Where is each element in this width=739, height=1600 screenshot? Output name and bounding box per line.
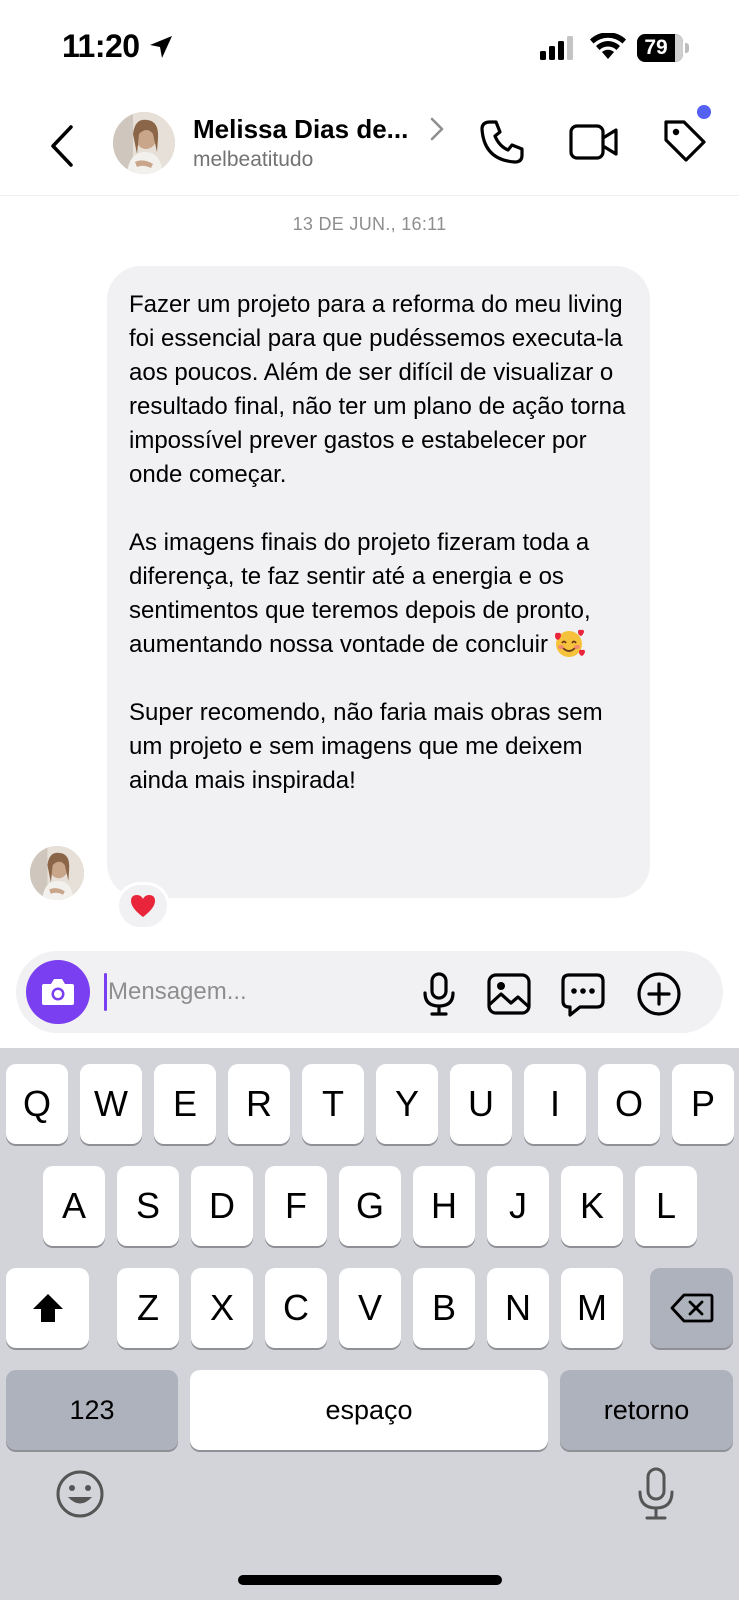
sticker-chat-icon[interactable] [560,971,606,1017]
chevron-right-icon [430,117,444,141]
backspace-key[interactable] [650,1268,733,1348]
key-v[interactable]: V [339,1268,401,1348]
gallery-icon[interactable] [486,971,532,1017]
key-d[interactable]: D [191,1166,253,1246]
key-n[interactable]: N [487,1268,549,1348]
key-k[interactable]: K [561,1166,623,1246]
keyboard: Q W E R T Y U I O P A S D F G H J K L Z … [0,1048,739,1600]
back-chevron-icon [51,125,73,167]
status-time: 11:20 [62,28,140,64]
message-paragraph-2-text: As imagens finais do projeto fizeram tod… [129,529,591,658]
key-q[interactable]: Q [6,1064,68,1144]
key-o[interactable]: O [598,1064,660,1144]
key-w[interactable]: W [80,1064,142,1144]
notification-dot [697,105,711,119]
key-f[interactable]: F [265,1166,327,1246]
cellular-signal-icon [540,36,573,60]
avatar-photo [30,846,84,900]
return-key[interactable]: retorno [560,1370,733,1450]
video-camera-icon[interactable] [568,118,620,166]
plus-circle-icon[interactable] [636,971,682,1017]
message-reaction[interactable] [116,882,170,930]
status-bar: 11:20 79 [0,0,739,96]
key-r[interactable]: R [228,1064,290,1144]
shift-key[interactable] [6,1268,89,1348]
key-b[interactable]: B [413,1268,475,1348]
key-g[interactable]: G [339,1166,401,1246]
key-h[interactable]: H [413,1166,475,1246]
key-t[interactable]: T [302,1064,364,1144]
backspace-icon [670,1293,713,1323]
contact-name[interactable]: Melissa Dias de... [193,114,408,145]
location-arrow-icon [150,36,172,58]
sender-avatar[interactable] [30,846,84,900]
numbers-key[interactable]: 123 [6,1370,178,1450]
key-l[interactable]: L [635,1166,697,1246]
phone-icon[interactable] [478,118,526,166]
smiling-face-with-hearts-emoji [554,629,585,657]
heart-emoji [131,895,155,917]
camera-icon [42,979,74,1005]
microphone-icon[interactable] [416,971,462,1017]
camera-button[interactable] [26,960,90,1024]
home-indicator[interactable] [238,1575,502,1585]
emoji-icon[interactable] [54,1468,106,1520]
message-input[interactable] [108,971,408,1013]
wifi-icon [590,33,626,59]
key-c[interactable]: C [265,1268,327,1348]
key-i[interactable]: I [524,1064,586,1144]
message-timestamp: 13 DE JUN., 16:11 [292,214,447,234]
battery-icon: 79 [637,34,689,62]
key-z[interactable]: Z [117,1268,179,1348]
message-paragraph-1: Fazer um projeto para a reforma do meu l… [129,291,626,488]
key-u[interactable]: U [450,1064,512,1144]
space-key[interactable]: espaço [190,1370,548,1450]
battery-level: 79 [644,36,668,59]
contact-avatar[interactable] [113,112,175,174]
dictation-microphone-icon[interactable] [636,1466,676,1522]
key-p[interactable]: P [672,1064,734,1144]
key-a[interactable]: A [43,1166,105,1246]
message-composer [16,951,723,1033]
tag-icon[interactable] [660,116,710,166]
key-s[interactable]: S [117,1166,179,1246]
chat-header: Melissa Dias de... melbeatitudo [0,96,739,196]
text-cursor [104,973,107,1011]
message-bubble[interactable]: Fazer um projeto para a reforma do meu l… [107,266,650,898]
shift-icon [32,1294,63,1322]
key-j[interactable]: J [487,1166,549,1246]
message-paragraph-2: As imagens finais do projeto fizeram tod… [129,526,628,662]
contact-handle[interactable]: melbeatitudo [193,148,313,172]
avatar-photo [113,112,175,174]
key-e[interactable]: E [154,1064,216,1144]
message-paragraph-3: Super recomendo, não faria mais obras se… [129,699,603,794]
back-button[interactable] [40,118,84,174]
key-m[interactable]: M [561,1268,623,1348]
key-y[interactable]: Y [376,1064,438,1144]
key-x[interactable]: X [191,1268,253,1348]
